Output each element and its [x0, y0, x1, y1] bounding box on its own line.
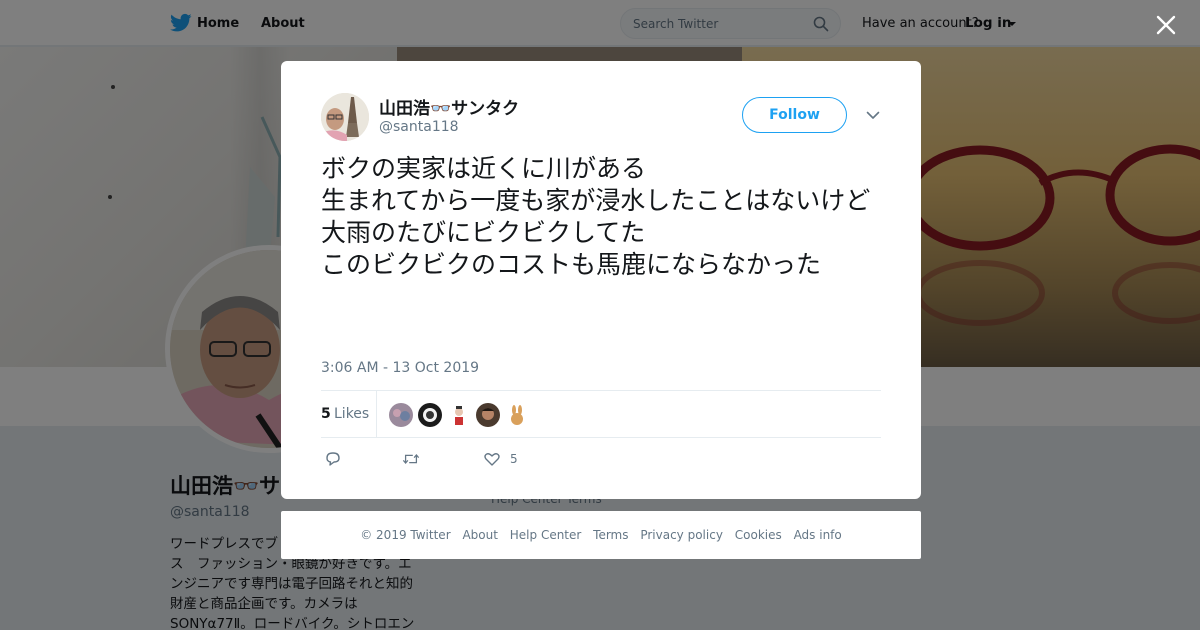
tweet-text: ボクの実家は近くに川がある 生まれてから一度も家が浸水したことはないけど 大雨の…	[321, 153, 886, 281]
footer-link-help-center[interactable]: Help Center	[510, 528, 582, 542]
liker-avatar[interactable]	[389, 403, 413, 427]
footer-links: © 2019 Twitter About Help Center Terms P…	[281, 528, 921, 542]
footer-copyright: © 2019 Twitter	[360, 528, 451, 542]
footer-link-terms[interactable]: Terms	[593, 528, 628, 542]
footer-link-ads-info[interactable]: Ads info	[794, 528, 842, 542]
author-name[interactable]: 山田浩👓サンタク	[379, 94, 519, 119]
tweet-line: このビクビクのコストも馬鹿にならなかった	[321, 250, 822, 279]
heart-icon[interactable]	[483, 450, 501, 468]
likes-label[interactable]: Likes	[334, 406, 369, 422]
footer-link-privacy[interactable]: Privacy policy	[640, 528, 723, 542]
author-avatar[interactable]	[321, 93, 369, 141]
footer-link-about[interactable]: About	[462, 528, 497, 542]
author-handle[interactable]: @santa118	[379, 119, 459, 135]
likes-count[interactable]: 5	[321, 406, 331, 422]
tweet-line: ボクの実家は近くに川がある	[321, 154, 647, 183]
tweet-line: 生まれてから一度も家が浸水したことはないけど	[321, 186, 871, 215]
liker-avatar[interactable]	[476, 403, 500, 427]
close-icon[interactable]	[1153, 12, 1179, 38]
liker-avatar[interactable]	[418, 403, 442, 427]
retweet-icon[interactable]	[402, 450, 420, 468]
stats-divider	[376, 391, 377, 437]
footer-link-cookies[interactable]: Cookies	[735, 528, 782, 542]
liker-avatar[interactable]	[447, 403, 471, 427]
tweet-modal: 山田浩👓サンタク @santa118 Follow ボクの実家は近くに川がある …	[281, 61, 921, 499]
reply-icon[interactable]	[324, 450, 342, 468]
tweet-stats: 5 Likes	[321, 390, 881, 438]
like-action-count: 5	[510, 452, 518, 466]
chevron-down-icon[interactable]	[866, 111, 880, 120]
tweet-actions: 5	[321, 450, 881, 470]
liker-avatar[interactable]	[505, 403, 529, 427]
tweet-line: 大雨のたびにビクビクしてた	[321, 218, 646, 247]
tweet-timestamp[interactable]: 3:06 AM - 13 Oct 2019	[321, 360, 479, 376]
modal-footer: © 2019 Twitter About Help Center Terms P…	[281, 511, 921, 559]
follow-button[interactable]: Follow	[742, 97, 847, 133]
